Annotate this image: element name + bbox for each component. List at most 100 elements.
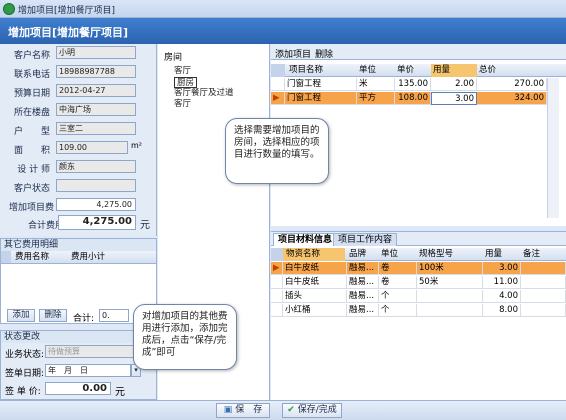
form-field-label: 增加项目费: [8, 203, 54, 213]
material-cell-spec[interactable]: 100米: [417, 262, 483, 275]
tab-work-content[interactable]: 项目工作内容: [333, 233, 398, 246]
material-cell-unit[interactable]: 卷: [379, 276, 417, 289]
delete-item-button[interactable]: 删除: [315, 47, 333, 60]
col-total[interactable]: 总价: [479, 64, 496, 77]
material-row[interactable]: 小红桶 融易... 个 8.00: [271, 304, 566, 317]
items-scrollbar[interactable]: [547, 78, 559, 218]
material-cell-qty[interactable]: 8.00: [483, 304, 521, 317]
fee-sum-value: 0.: [99, 309, 129, 322]
form-field-input[interactable]: 4,275.00: [56, 198, 136, 211]
col-material-qty[interactable]: 用量: [485, 248, 502, 261]
material-cell-unit[interactable]: 个: [379, 290, 417, 303]
material-cell-brand[interactable]: 融易...: [347, 304, 379, 317]
fee-subtotal-column[interactable]: 费用小计: [71, 251, 105, 264]
material-cell-spec[interactable]: [417, 304, 483, 317]
form-field-label: 预算日期: [13, 89, 50, 99]
items-cell-unit[interactable]: 平方: [357, 92, 395, 105]
row-indicator-icon: ▶: [271, 92, 285, 105]
material-cell-qty[interactable]: 3.00: [483, 262, 521, 275]
form-field-input[interactable]: 中海广场: [56, 103, 136, 116]
sign-date-input[interactable]: 年 月 日: [45, 364, 131, 377]
col-unit[interactable]: 单位: [359, 64, 376, 77]
page-header: 增加项目[增加餐厅项目]: [0, 18, 566, 44]
sign-price-label: 签 单 价:: [5, 387, 41, 397]
material-cell-name[interactable]: 小红桶: [283, 304, 347, 317]
items-cell-name[interactable]: 门窗工程: [285, 78, 357, 91]
material-section: 项目材料信息 项目工作内容 物资名称 品牌 单位 规格型号 用量 备注 ▶ 白牛皮…: [271, 231, 566, 400]
form-field-input[interactable]: 18988987788: [56, 65, 136, 78]
row-indicator-icon: [271, 304, 283, 317]
material-cell-spec[interactable]: [417, 290, 483, 303]
total-label: 合计费用: [27, 221, 64, 231]
other-fee-title: 其它费用明细: [1, 239, 156, 251]
items-cell-unit[interactable]: 米: [357, 78, 395, 91]
material-cell-brand[interactable]: 融易...: [347, 290, 379, 303]
footer-bar: ▣ 保 存 ✔ 保存/完成: [0, 400, 566, 420]
total-value: 4,275.00: [58, 215, 136, 230]
add-fee-button[interactable]: 添加: [7, 309, 35, 322]
items-row[interactable]: ▶ 门窗工程 平方 108.00 3.00 324.00: [271, 92, 547, 105]
fee-name-column[interactable]: 费用名称: [15, 251, 49, 264]
col-material-unit[interactable]: 单位: [381, 248, 398, 261]
room-item[interactable]: 客厅餐厅及过道: [174, 88, 264, 99]
material-cell-qty[interactable]: 11.00: [483, 276, 521, 289]
sign-date-label: 签单日期:: [5, 369, 45, 379]
material-cell-name[interactable]: 白牛皮纸: [283, 262, 347, 275]
room-item[interactable]: 厨房: [174, 77, 198, 88]
material-cell-note[interactable]: [521, 262, 566, 275]
customer-form-panel: 客户名称 小明 联系电话 18988987788 预算日期 2012-04-27 所在楼盘中…: [0, 44, 157, 236]
form-field-label: 面 积: [13, 146, 50, 156]
material-tabs: 项目材料信息 项目工作内容: [271, 232, 566, 246]
row-indicator-icon: [271, 276, 283, 289]
items-cell-qty[interactable]: 2.00: [431, 78, 477, 91]
material-cell-qty[interactable]: 4.00: [483, 290, 521, 303]
items-cell-total[interactable]: 324.00: [477, 92, 547, 105]
col-qty[interactable]: 用量: [431, 64, 477, 77]
form-field-input[interactable]: [56, 179, 136, 192]
form-field-input[interactable]: 小明: [56, 46, 136, 59]
items-grid-header: 项目名称 单位 单价 用量 总价: [271, 64, 566, 77]
material-cell-unit[interactable]: 卷: [379, 262, 417, 275]
room-item[interactable]: 客厅: [174, 66, 264, 77]
col-price[interactable]: 单价: [397, 64, 414, 77]
col-material-name[interactable]: 物资名称: [283, 248, 345, 261]
material-row[interactable]: ▶ 白牛皮纸 融易... 卷 100米 3.00: [271, 262, 566, 275]
material-cell-spec[interactable]: 50米: [417, 276, 483, 289]
items-cell-name[interactable]: 门窗工程: [285, 92, 357, 105]
material-cell-note[interactable]: [521, 276, 566, 289]
form-field-input[interactable]: 109.00: [56, 141, 128, 154]
items-cell-price[interactable]: 135.00: [395, 78, 431, 91]
material-cell-brand[interactable]: 融易...: [347, 262, 379, 275]
material-cell-name[interactable]: 白牛皮纸: [283, 276, 347, 289]
form-field-input[interactable]: 颜东: [56, 160, 136, 173]
tab-material-info[interactable]: 项目材料信息: [273, 233, 338, 246]
material-cell-brand[interactable]: 融易...: [347, 276, 379, 289]
material-row[interactable]: 白牛皮纸 融易... 卷 50米 11.00: [271, 276, 566, 289]
items-cell-qty[interactable]: 3.00: [431, 92, 477, 105]
items-cell-price[interactable]: 108.00: [395, 92, 431, 105]
col-note[interactable]: 备注: [523, 248, 540, 261]
material-cell-note[interactable]: [521, 304, 566, 317]
col-brand[interactable]: 品牌: [349, 248, 366, 261]
col-spec[interactable]: 规格型号: [419, 248, 453, 261]
tip-callout-fees: 对增加项目的其他费用进行添加，添加完成后，点击“保存/完成”即可: [133, 304, 237, 370]
room-item[interactable]: 客厅: [174, 99, 264, 110]
save-icon: ▣: [223, 405, 233, 415]
material-cell-note[interactable]: [521, 290, 566, 303]
delete-fee-button[interactable]: 删除: [39, 309, 67, 322]
col-item-name[interactable]: 项目名称: [289, 64, 323, 77]
save-button[interactable]: ▣ 保 存: [216, 403, 270, 418]
business-status-select[interactable]: 待做预算: [45, 345, 141, 358]
check-icon: ✔: [287, 405, 295, 415]
add-item-button[interactable]: 添加项目: [275, 47, 311, 60]
material-row[interactable]: 插头 融易... 个 4.00: [271, 290, 566, 303]
form-field-input[interactable]: 三室二: [56, 122, 136, 135]
form-field-input[interactable]: 2012-04-27: [56, 84, 136, 97]
room-panel-title: 房间: [164, 53, 183, 63]
material-cell-name[interactable]: 插头: [283, 290, 347, 303]
material-cell-unit[interactable]: 个: [379, 304, 417, 317]
items-row[interactable]: 门窗工程米 135.00 2.00 270.00: [271, 78, 547, 91]
items-cell-total[interactable]: 270.00: [477, 78, 547, 91]
save-complete-button[interactable]: ✔ 保存/完成: [282, 403, 342, 418]
sign-price-input[interactable]: 0.00: [45, 382, 111, 395]
